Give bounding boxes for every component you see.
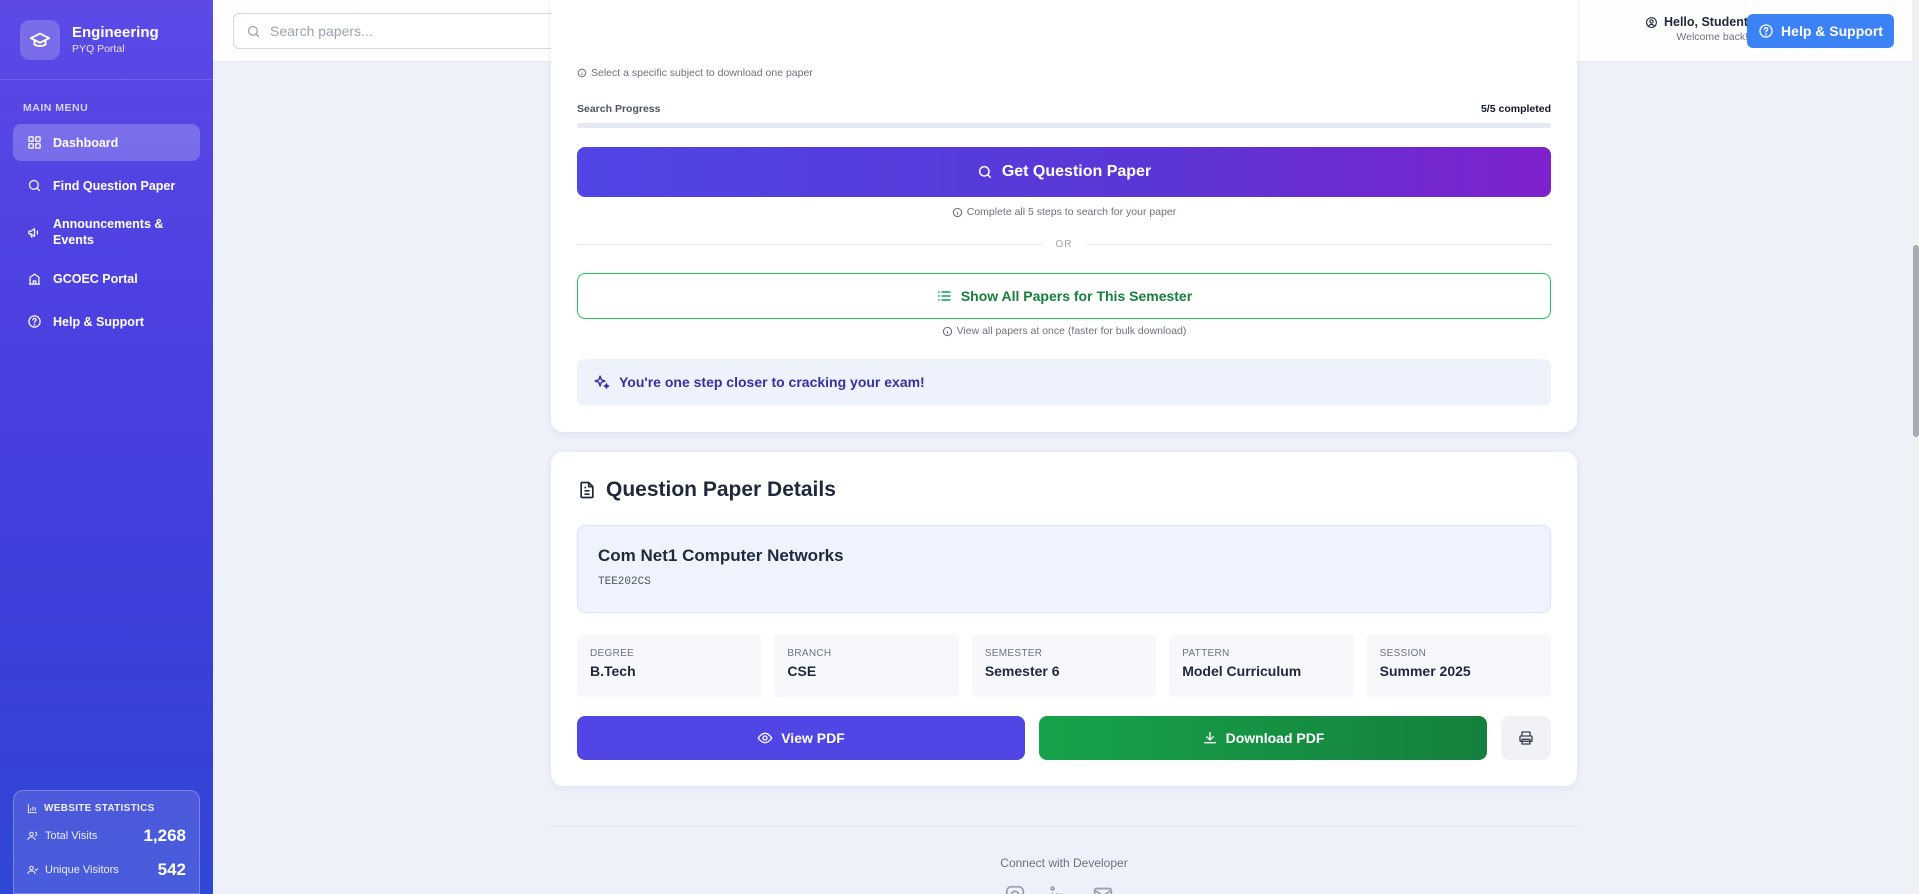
help-support-label: Help & Support — [1781, 23, 1883, 39]
users-icon — [27, 830, 39, 842]
unique-visitors-label: Unique Visitors — [45, 864, 119, 876]
brand-subtitle: PYQ Portal — [72, 42, 125, 55]
sidebar-item-label: GCOEC Portal — [53, 271, 138, 286]
get-question-paper-button[interactable]: Get Question Paper — [577, 147, 1551, 197]
sidebar-item-announcements[interactable]: Announcements & Events — [13, 210, 200, 254]
subject-code: TEE202CS — [598, 576, 651, 588]
school-icon — [27, 271, 43, 287]
view-pdf-button[interactable]: View PDF — [577, 716, 1025, 760]
mail-icon[interactable] — [1092, 884, 1114, 894]
website-statistics: WEBSITE STATISTICS Total Visits 1,268 Un… — [13, 790, 200, 894]
info-branch: BRANCH CSE — [774, 634, 959, 697]
search-card: Select a specific subject to download on… — [551, 0, 1577, 432]
steps-hint: Complete all 5 steps to search for your … — [577, 206, 1551, 218]
total-visits-label: Total Visits — [45, 830, 98, 842]
details-title: Question Paper Details — [606, 478, 836, 501]
linkedin-icon[interactable] — [1048, 884, 1070, 894]
sidebar-item-label: Dashboard — [53, 135, 119, 150]
progress-label: Search Progress — [577, 103, 661, 115]
info-icon — [942, 326, 953, 337]
user-check-icon — [27, 864, 39, 876]
help-circle-icon — [27, 314, 43, 330]
list-icon — [936, 288, 952, 304]
graduation-cap-icon — [20, 19, 60, 60]
show-all-papers-button[interactable]: Show All Papers for This Semester — [577, 273, 1551, 319]
help-circle-icon — [1758, 23, 1774, 39]
unique-visitors-value: 542 — [157, 860, 186, 879]
paper-actions: View PDF Download PDF — [577, 716, 1551, 760]
search-icon — [977, 164, 993, 180]
print-button[interactable] — [1501, 716, 1551, 760]
view-pdf-label: View PDF — [781, 730, 845, 746]
brand-title: Engineering — [72, 23, 159, 41]
sidebar-item-gcoec-portal[interactable]: GCOEC Portal — [13, 260, 200, 297]
motivation-banner: You're one step closer to cracking your … — [577, 359, 1551, 405]
user-circle-icon — [1645, 16, 1658, 29]
sidebar-item-help-support[interactable]: Help & Support — [13, 303, 200, 340]
printer-icon — [1518, 730, 1534, 746]
page-scrollbar[interactable] — [1912, 0, 1919, 894]
show-all-papers-label: Show All Papers for This Semester — [960, 288, 1193, 304]
progress-fill — [577, 123, 1551, 128]
or-divider: OR — [577, 239, 1551, 250]
info-pattern: PATTERN Model Curriculum — [1169, 634, 1354, 697]
info-icon — [577, 68, 587, 78]
search-progress: Search Progress 5/5 completed — [577, 103, 1551, 128]
show-all-hint: View all papers at once (faster for bulk… — [577, 325, 1551, 337]
greeting-text: Hello, Student — [1663, 15, 1748, 29]
motivation-text: You're one step closer to cracking your … — [619, 374, 925, 390]
download-pdf-label: Download PDF — [1225, 730, 1325, 746]
info-session: SESSION Summer 2025 — [1366, 634, 1552, 697]
search-icon — [246, 24, 261, 39]
subject-box: Com Net1 Computer Networks TEE202CS — [577, 525, 1551, 613]
download-icon — [1202, 730, 1218, 746]
info-degree: DEGREE B.Tech — [577, 634, 762, 697]
get-question-paper-label: Get Question Paper — [1001, 163, 1152, 180]
footer-divider — [551, 826, 1577, 827]
search-icon — [27, 178, 43, 194]
connect-with-developer: Connect with Developer — [1000, 856, 1128, 870]
help-support-button[interactable]: Help & Support — [1747, 14, 1894, 48]
instagram-icon[interactable] — [1004, 884, 1026, 894]
sidebar-item-label: Help & Support — [53, 314, 144, 329]
megaphone-icon — [27, 224, 43, 240]
sidebar: Engineering PYQ Portal MAIN MENU Dashboa… — [0, 0, 213, 894]
download-pdf-button[interactable]: Download PDF — [1039, 716, 1487, 760]
bar-chart-icon — [27, 803, 38, 814]
sparkles-icon — [593, 374, 610, 391]
sidebar-item-label: Find Question Paper — [53, 178, 176, 193]
scrollbar-thumb[interactable] — [1913, 245, 1919, 437]
progress-track — [577, 123, 1551, 128]
sidebar-item-label: Announcements & Events — [53, 217, 164, 247]
menu-heading: MAIN MENU — [23, 102, 89, 114]
brand[interactable]: Engineering PYQ Portal — [0, 0, 213, 80]
developer-social-links — [1004, 884, 1114, 894]
sidebar-item-dashboard[interactable]: Dashboard — [13, 124, 200, 161]
grid-icon — [27, 135, 43, 151]
eye-icon — [757, 730, 773, 746]
document-icon — [577, 480, 597, 500]
progress-count: 5/5 completed — [1480, 103, 1551, 115]
info-icon — [952, 207, 963, 218]
question-paper-details-card: Question Paper Details Com Net1 Computer… — [551, 452, 1577, 786]
paper-info-grid: DEGREE B.Tech BRANCH CSE SEMESTER Semest… — [577, 634, 1552, 697]
info-semester: SEMESTER Semester 6 — [971, 634, 1157, 697]
sidebar-item-find-question-paper[interactable]: Find Question Paper — [13, 167, 200, 204]
subject-name: Com Net1 Computer Networks — [598, 546, 844, 565]
stats-title: WEBSITE STATISTICS — [44, 803, 155, 814]
details-heading: Question Paper Details — [577, 478, 1551, 502]
subject-hint: Select a specific subject to download on… — [577, 67, 1551, 79]
welcome-text: Welcome back! — [1676, 31, 1748, 43]
user-greeting[interactable]: Hello, Student Welcome back! — [1633, 15, 1748, 43]
total-visits-value: 1,268 — [143, 826, 186, 845]
